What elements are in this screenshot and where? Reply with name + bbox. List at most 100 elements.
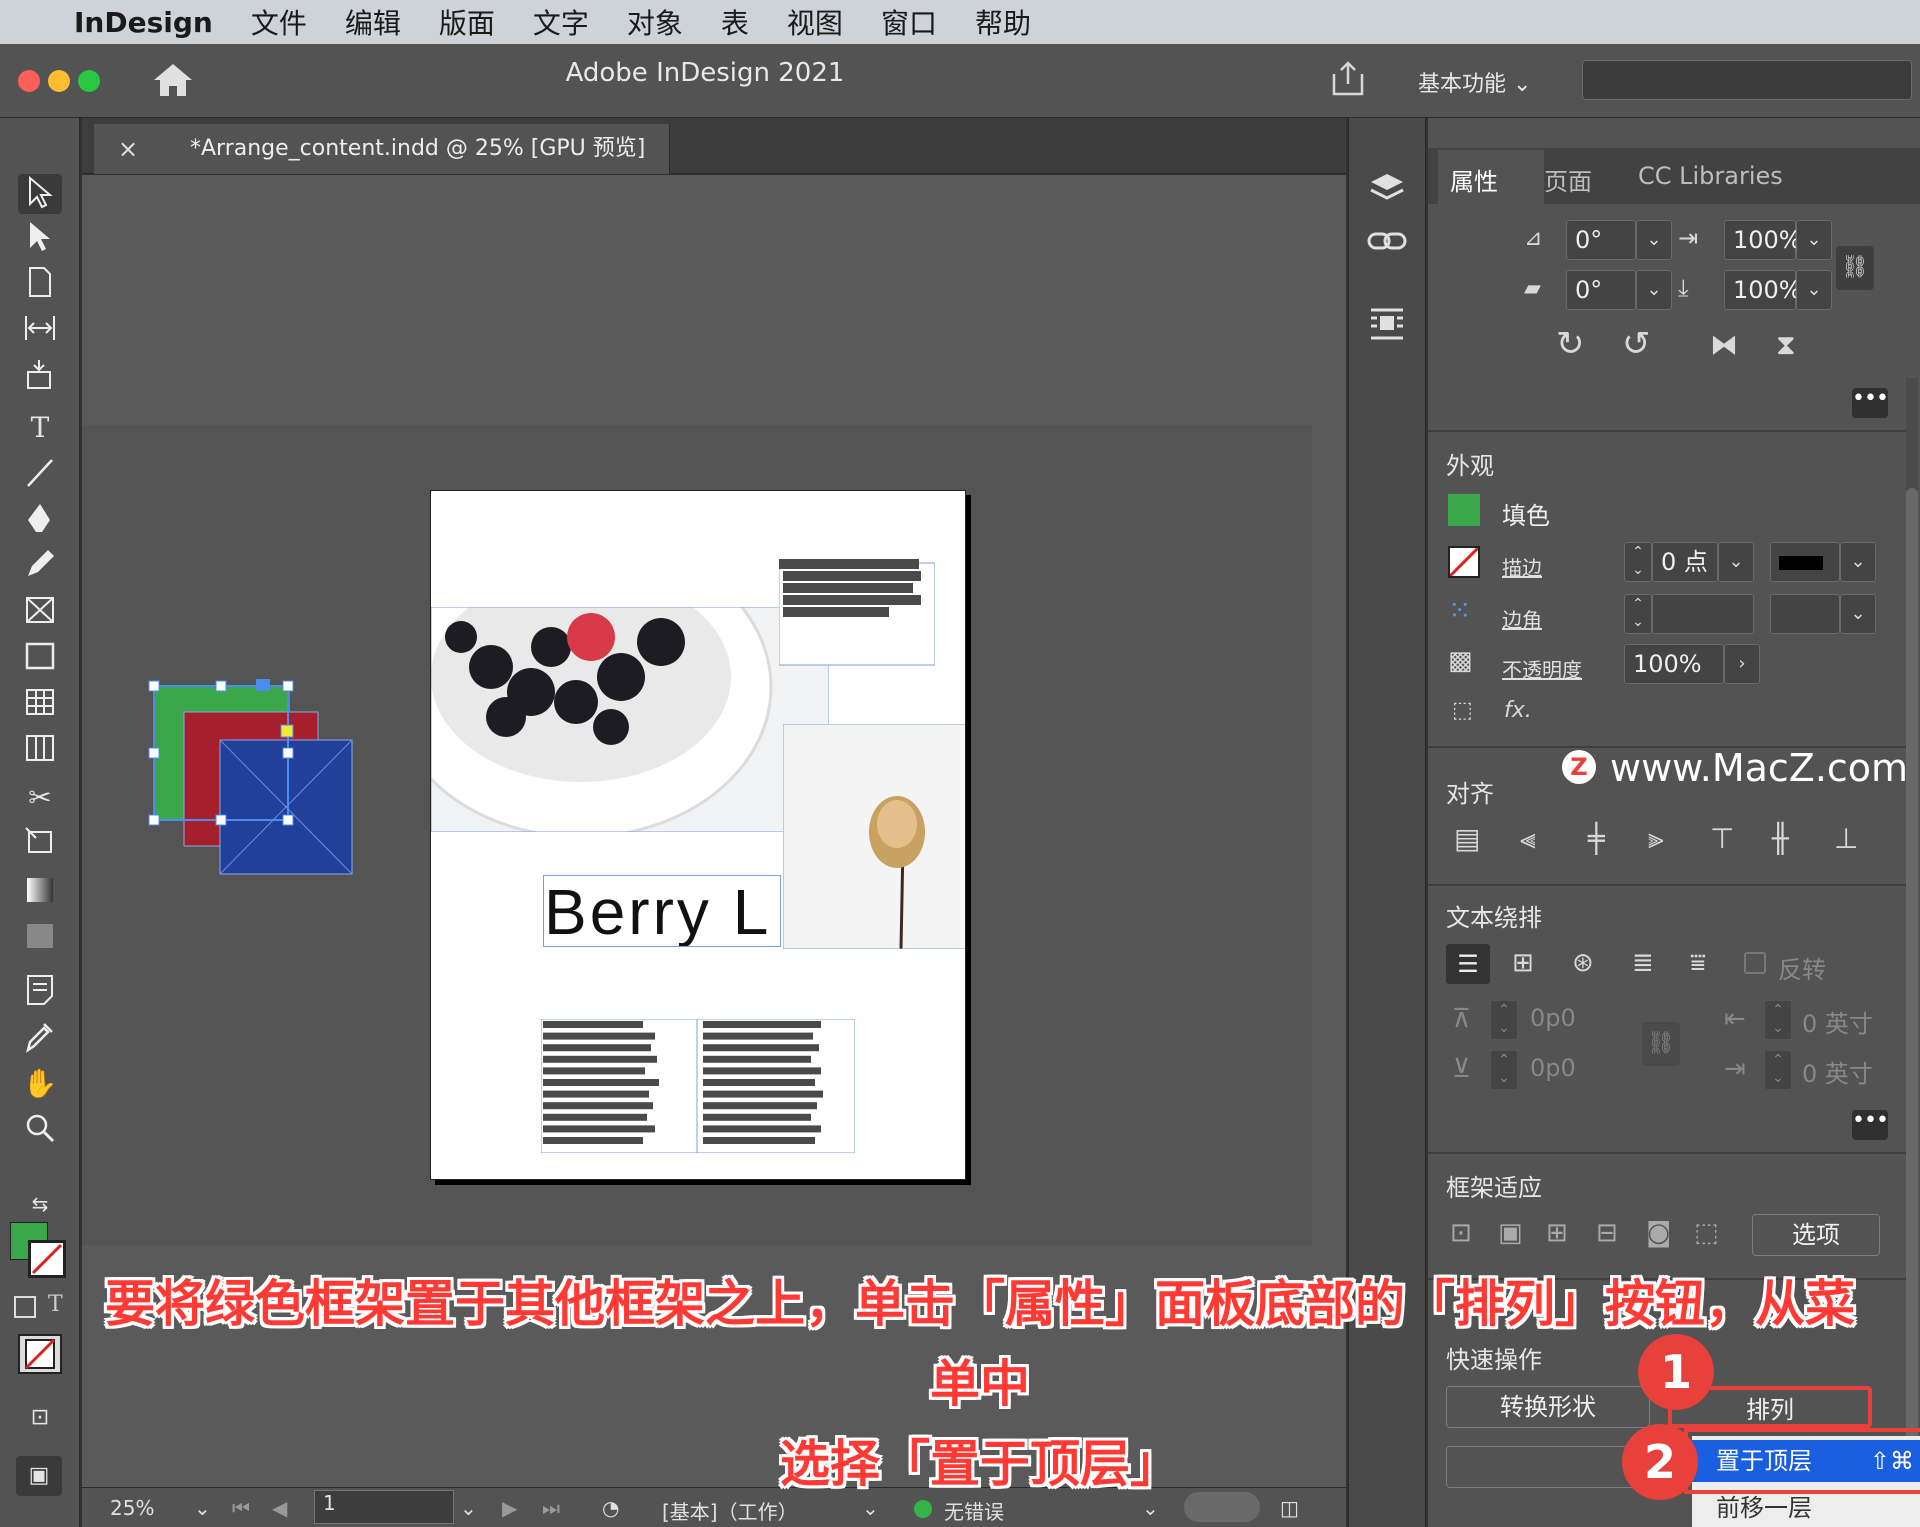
zoom-tool-icon[interactable]	[18, 1110, 62, 1150]
close-icon[interactable]: ×	[118, 124, 138, 174]
top-text-frame[interactable]	[779, 559, 935, 667]
align-left-icon[interactable]: ⫷	[1520, 822, 1536, 856]
line-tool-icon[interactable]	[18, 454, 62, 494]
jump-next-column-icon[interactable]: ⩸	[1690, 948, 1706, 979]
note-tool-icon[interactable]	[18, 972, 62, 1012]
menu-file[interactable]: 文件	[251, 2, 307, 42]
opacity-label[interactable]: 不透明度	[1502, 654, 1582, 683]
center-content-icon[interactable]: ◙	[1646, 1218, 1671, 1248]
panel-scrollbar[interactable]	[1906, 378, 1918, 1527]
flip-vertical-icon[interactable]: ⧗	[1776, 328, 1796, 362]
right-offset-field[interactable]: 0 英寸	[1802, 1054, 1873, 1089]
align-top-icon[interactable]: ⊤	[1710, 822, 1734, 855]
stroke-weight-dropdown[interactable]: ⌄	[1718, 542, 1754, 582]
corner-size-field[interactable]	[1652, 594, 1754, 634]
bottom-offset-field[interactable]: 0p0	[1530, 1054, 1576, 1082]
menu-edit[interactable]: 编辑	[345, 2, 401, 42]
rotate-angle-field[interactable]: 0°	[1566, 220, 1636, 260]
rotate-counterclockwise-icon[interactable]: ↺	[1622, 324, 1651, 364]
link-offsets-icon[interactable]: ⛓	[1642, 1022, 1680, 1066]
links-icon[interactable]	[1367, 222, 1407, 262]
preview-mode-icon[interactable]: ▣	[16, 1456, 62, 1496]
tab-properties[interactable]: 属性	[1450, 162, 1498, 197]
left-offset-stepper[interactable]: ⌃ ⌄	[1764, 1000, 1792, 1040]
stroke-weight-field[interactable]: 0 点	[1652, 542, 1718, 582]
flip-horizontal-icon[interactable]: ⧓	[1710, 328, 1738, 361]
gradient-feather-tool-icon[interactable]	[18, 918, 62, 958]
rotate-clockwise-icon[interactable]: ↻	[1556, 324, 1585, 364]
rectangle-tool-icon[interactable]	[18, 638, 62, 678]
type-tool-icon[interactable]: T	[18, 408, 62, 448]
screen-mode-icon[interactable]: ⊡	[18, 1398, 62, 1438]
scale-y-dropdown[interactable]: ⌄	[1796, 270, 1832, 310]
apply-none-icon[interactable]	[18, 1334, 62, 1374]
body-text-frame[interactable]	[541, 1019, 855, 1153]
gradient-swatch-tool-icon[interactable]	[18, 872, 62, 912]
eyedropper-tool-icon[interactable]	[18, 1018, 62, 1058]
minimize-window-button[interactable]	[48, 70, 70, 92]
workspace-switcher[interactable]: 基本功能 ⌄	[1418, 66, 1531, 98]
fit-content-proportionally-icon[interactable]: ▣	[1498, 1218, 1523, 1248]
tab-pages[interactable]: 页面	[1544, 162, 1592, 197]
corner-stepper[interactable]: ⌃ ⌄	[1624, 594, 1652, 634]
menu-layout[interactable]: 版面	[439, 2, 495, 42]
align-bottom-icon[interactable]: ⊥	[1834, 822, 1858, 855]
menu-object[interactable]: 对象	[627, 2, 683, 42]
stroke-stepper[interactable]: ⌃ ⌄	[1624, 542, 1652, 582]
direct-selection-tool-icon[interactable]	[18, 218, 62, 258]
right-offset-stepper[interactable]: ⌃ ⌄	[1764, 1050, 1792, 1090]
opacity-field[interactable]: 100%	[1624, 644, 1724, 684]
align-right-icon[interactable]: ⫸	[1648, 822, 1664, 856]
selection-tool-icon[interactable]	[18, 174, 62, 214]
scale-x-dropdown[interactable]: ⌄	[1796, 220, 1832, 260]
spoon-image-frame[interactable]	[783, 724, 966, 949]
scissors-tool-icon[interactable]: ✂	[18, 778, 62, 818]
align-horizontal-center-icon[interactable]: ╪	[1588, 822, 1605, 855]
home-icon[interactable]	[150, 60, 196, 100]
stroke-type-field[interactable]	[1770, 542, 1840, 582]
text-wrap-panel-icon[interactable]	[1367, 304, 1407, 344]
swap-fill-stroke-icon[interactable]: ⇆	[18, 1184, 62, 1224]
shear-dropdown[interactable]: ⌄	[1636, 270, 1672, 310]
menu-window[interactable]: 窗口	[881, 2, 937, 42]
menu-app-name[interactable]: InDesign	[74, 6, 213, 39]
wrap-bounding-box-icon[interactable]: ⊞	[1512, 948, 1534, 978]
content-aware-fit-icon[interactable]: ⬚	[1694, 1218, 1719, 1248]
gap-tool-icon[interactable]	[18, 310, 62, 350]
jump-object-icon[interactable]: ≣	[1632, 948, 1654, 978]
corner-shape-dropdown[interactable]: ⌄	[1840, 594, 1876, 634]
hand-tool-icon[interactable]: ✋	[18, 1064, 62, 1104]
document-page[interactable]: Berry L	[430, 490, 966, 1180]
align-vertical-center-icon[interactable]: ╫	[1772, 822, 1789, 855]
menu-help[interactable]: 帮助	[975, 2, 1031, 42]
frame-fitting-options-button[interactable]: 选项	[1752, 1214, 1880, 1256]
stroke-swatch[interactable]	[28, 1240, 66, 1278]
constrain-proportions-icon[interactable]: ⛓	[1836, 246, 1874, 290]
top-offset-field[interactable]: 0p0	[1530, 1004, 1576, 1032]
pencil-tool-icon[interactable]	[18, 546, 62, 586]
menu-table[interactable]: 表	[721, 2, 749, 42]
fill-label[interactable]: 填色	[1502, 496, 1550, 531]
fit-frame-to-content-icon[interactable]: ⊞	[1546, 1218, 1568, 1248]
rectangle-frame-tool-icon[interactable]	[18, 592, 62, 632]
formatting-container-icon[interactable]	[14, 1296, 36, 1318]
content-collector-tool-icon[interactable]	[18, 356, 62, 396]
rotate-dropdown[interactable]: ⌄	[1636, 220, 1672, 260]
fill-color-swatch[interactable]	[1448, 494, 1480, 526]
stacked-frames-group[interactable]	[140, 670, 380, 880]
page-tool-icon[interactable]	[18, 264, 62, 304]
transform-more-options-button[interactable]: •••	[1852, 388, 1889, 418]
top-offset-stepper[interactable]: ⌃ ⌄	[1490, 1000, 1518, 1040]
berries-image-frame[interactable]	[431, 607, 829, 832]
corner-shape-field[interactable]	[1770, 594, 1840, 634]
no-text-wrap-icon[interactable]: ☰	[1446, 944, 1490, 984]
stroke-color-swatch[interactable]	[1448, 546, 1480, 578]
opacity-expand-button[interactable]: ›	[1724, 644, 1760, 684]
invert-checkbox[interactable]	[1744, 952, 1766, 974]
stroke-style-icon[interactable]: ⬚	[1452, 698, 1473, 723]
corner-label[interactable]: 边角	[1502, 604, 1542, 633]
tab-cc-libraries[interactable]: CC Libraries	[1638, 162, 1783, 190]
wrap-object-shape-icon[interactable]: ⊛	[1572, 948, 1594, 978]
search-input[interactable]	[1582, 60, 1912, 100]
close-window-button[interactable]	[18, 70, 40, 92]
